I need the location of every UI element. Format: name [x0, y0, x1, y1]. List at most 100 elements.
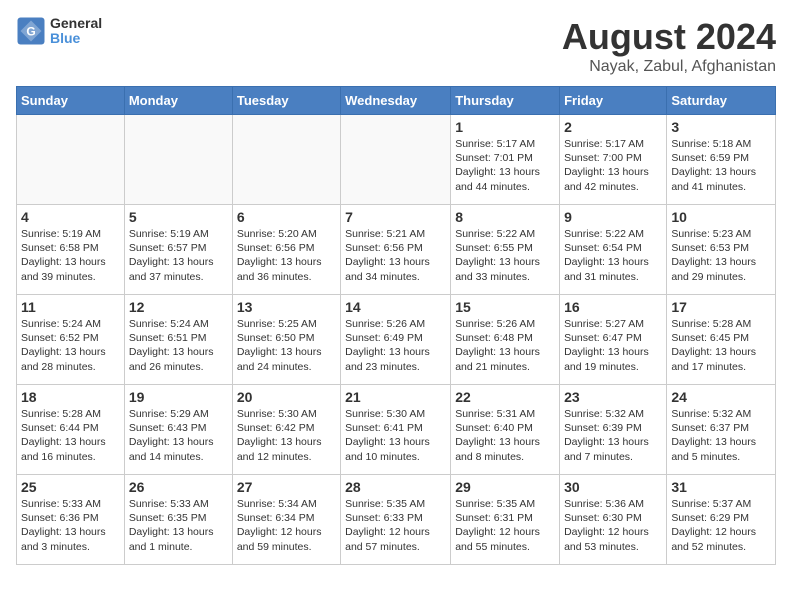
- calendar-week-3: 11 Sunrise: 5:24 AMSunset: 6:52 PMDayligh…: [17, 295, 776, 385]
- calendar-cell: 14 Sunrise: 5:26 AMSunset: 6:49 PMDayligh…: [341, 295, 451, 385]
- date-number: 8: [455, 209, 555, 225]
- cell-text: Sunrise: 5:23 AMSunset: 6:53 PMDaylight:…: [671, 227, 771, 284]
- cell-text: Sunrise: 5:19 AMSunset: 6:57 PMDaylight:…: [129, 227, 228, 284]
- calendar-cell: 4Sunrise: 5:19 AMSunset: 6:58 PMDaylight…: [17, 205, 125, 295]
- cell-text: Sunrise: 5:24 AMSunset: 6:51 PMDaylight:…: [129, 317, 228, 374]
- date-number: 2: [564, 119, 662, 135]
- calendar-cell: 31 Sunrise: 5:37 AMSunset: 6:29 PMDayligh…: [667, 475, 776, 565]
- logo-icon: G: [16, 16, 46, 46]
- weekday-header-saturday: Saturday: [667, 87, 776, 115]
- calendar-cell: 24 Sunrise: 5:32 AMSunset: 6:37 PMDayligh…: [667, 385, 776, 475]
- date-number: 22: [455, 389, 555, 405]
- date-number: 5: [129, 209, 228, 225]
- cell-text: Sunrise: 5:32 AMSunset: 6:37 PMDaylight:…: [671, 407, 771, 464]
- calendar-cell: 8 Sunrise: 5:22 AMSunset: 6:55 PMDaylight…: [451, 205, 560, 295]
- calendar-cell: 7Sunrise: 5:21 AMSunset: 6:56 PMDaylight…: [341, 205, 451, 295]
- calendar-week-1: 1 Sunrise: 5:17 AMSunset: 7:01 PMDaylight…: [17, 115, 776, 205]
- cell-text: Sunrise: 5:37 AMSunset: 6:29 PMDaylight:…: [671, 497, 771, 554]
- calendar-week-5: 25Sunrise: 5:33 AMSunset: 6:36 PMDayligh…: [17, 475, 776, 565]
- cell-text: Sunrise: 5:33 AMSunset: 6:35 PMDaylight:…: [129, 497, 228, 554]
- date-number: 24: [671, 389, 771, 405]
- weekday-header-sunday: Sunday: [17, 87, 125, 115]
- cell-text: Sunrise: 5:34 AMSunset: 6:34 PMDaylight:…: [237, 497, 336, 554]
- date-number: 9: [564, 209, 662, 225]
- cell-text: Sunrise: 5:25 AMSunset: 6:50 PMDaylight:…: [237, 317, 336, 374]
- calendar-table: SundayMondayTuesdayWednesdayThursdayFrid…: [16, 86, 776, 565]
- calendar-cell: [17, 115, 125, 205]
- cell-text: Sunrise: 5:22 AMSunset: 6:54 PMDaylight:…: [564, 227, 662, 284]
- date-number: 7: [345, 209, 446, 225]
- date-number: 23: [564, 389, 662, 405]
- calendar-cell: 1 Sunrise: 5:17 AMSunset: 7:01 PMDaylight…: [451, 115, 560, 205]
- date-number: 27: [237, 479, 336, 495]
- date-number: 29: [455, 479, 555, 495]
- date-number: 12: [129, 299, 228, 315]
- weekday-header-friday: Friday: [560, 87, 667, 115]
- calendar-cell: 17Sunrise: 5:28 AMSunset: 6:45 PMDayligh…: [667, 295, 776, 385]
- date-number: 31: [671, 479, 771, 495]
- weekday-header-thursday: Thursday: [451, 87, 560, 115]
- date-number: 16: [564, 299, 662, 315]
- calendar-cell: 27 Sunrise: 5:34 AMSunset: 6:34 PMDayligh…: [232, 475, 340, 565]
- calendar-cell: 18Sunrise: 5:28 AMSunset: 6:44 PMDayligh…: [17, 385, 125, 475]
- date-number: 4: [21, 209, 120, 225]
- date-number: 11: [21, 299, 120, 315]
- calendar-cell: 10 Sunrise: 5:23 AMSunset: 6:53 PMDayligh…: [667, 205, 776, 295]
- date-number: 19: [129, 389, 228, 405]
- cell-text: Sunrise: 5:24 AMSunset: 6:52 PMDaylight:…: [21, 317, 120, 374]
- page-header: G General Blue August 2024 Nayak, Zabul,…: [16, 16, 776, 76]
- date-number: 26: [129, 479, 228, 495]
- cell-text: Sunrise: 5:22 AMSunset: 6:55 PMDaylight:…: [455, 227, 555, 284]
- calendar-week-2: 4Sunrise: 5:19 AMSunset: 6:58 PMDaylight…: [17, 205, 776, 295]
- weekday-header-monday: Monday: [124, 87, 232, 115]
- title-block: August 2024 Nayak, Zabul, Afghanistan: [562, 16, 776, 76]
- calendar-week-4: 18Sunrise: 5:28 AMSunset: 6:44 PMDayligh…: [17, 385, 776, 475]
- cell-text: Sunrise: 5:30 AMSunset: 6:41 PMDaylight:…: [345, 407, 446, 464]
- date-number: 15: [455, 299, 555, 315]
- date-number: 1: [455, 119, 555, 135]
- cell-text: Sunrise: 5:29 AMSunset: 6:43 PMDaylight:…: [129, 407, 228, 464]
- date-number: 13: [237, 299, 336, 315]
- calendar-cell: [341, 115, 451, 205]
- calendar-header-row: SundayMondayTuesdayWednesdayThursdayFrid…: [17, 87, 776, 115]
- date-number: 10: [671, 209, 771, 225]
- weekday-header-tuesday: Tuesday: [232, 87, 340, 115]
- weekday-header-wednesday: Wednesday: [341, 87, 451, 115]
- cell-text: Sunrise: 5:27 AMSunset: 6:47 PMDaylight:…: [564, 317, 662, 374]
- cell-text: Sunrise: 5:17 AMSunset: 7:00 PMDaylight:…: [564, 137, 662, 194]
- cell-text: Sunrise: 5:28 AMSunset: 6:45 PMDaylight:…: [671, 317, 771, 374]
- calendar-cell: 23 Sunrise: 5:32 AMSunset: 6:39 PMDayligh…: [560, 385, 667, 475]
- calendar-cell: 29 Sunrise: 5:35 AMSunset: 6:31 PMDayligh…: [451, 475, 560, 565]
- calendar-cell: 30Sunrise: 5:36 AMSunset: 6:30 PMDayligh…: [560, 475, 667, 565]
- calendar-cell: 16 Sunrise: 5:27 AMSunset: 6:47 PMDayligh…: [560, 295, 667, 385]
- logo-general: General: [50, 15, 102, 31]
- calendar-cell: 11 Sunrise: 5:24 AMSunset: 6:52 PMDayligh…: [17, 295, 125, 385]
- cell-text: Sunrise: 5:17 AMSunset: 7:01 PMDaylight:…: [455, 137, 555, 194]
- calendar-cell: 6Sunrise: 5:20 AMSunset: 6:56 PMDaylight…: [232, 205, 340, 295]
- cell-text: Sunrise: 5:35 AMSunset: 6:31 PMDaylight:…: [455, 497, 555, 554]
- calendar-cell: [232, 115, 340, 205]
- subtitle: Nayak, Zabul, Afghanistan: [562, 58, 776, 76]
- logo: G General Blue: [16, 16, 102, 47]
- main-title: August 2024: [562, 16, 776, 58]
- svg-text:G: G: [26, 25, 35, 39]
- cell-text: Sunrise: 5:32 AMSunset: 6:39 PMDaylight:…: [564, 407, 662, 464]
- calendar-cell: 3Sunrise: 5:18 AMSunset: 6:59 PMDaylight…: [667, 115, 776, 205]
- cell-text: Sunrise: 5:33 AMSunset: 6:36 PMDaylight:…: [21, 497, 120, 554]
- calendar-cell: 20 Sunrise: 5:30 AMSunset: 6:42 PMDayligh…: [232, 385, 340, 475]
- cell-text: Sunrise: 5:30 AMSunset: 6:42 PMDaylight:…: [237, 407, 336, 464]
- cell-text: Sunrise: 5:36 AMSunset: 6:30 PMDaylight:…: [564, 497, 662, 554]
- date-number: 18: [21, 389, 120, 405]
- cell-text: Sunrise: 5:35 AMSunset: 6:33 PMDaylight:…: [345, 497, 446, 554]
- calendar-cell: 21Sunrise: 5:30 AMSunset: 6:41 PMDayligh…: [341, 385, 451, 475]
- date-number: 14: [345, 299, 446, 315]
- calendar-cell: 22Sunrise: 5:31 AMSunset: 6:40 PMDayligh…: [451, 385, 560, 475]
- date-number: 28: [345, 479, 446, 495]
- cell-text: Sunrise: 5:20 AMSunset: 6:56 PMDaylight:…: [237, 227, 336, 284]
- cell-text: Sunrise: 5:26 AMSunset: 6:49 PMDaylight:…: [345, 317, 446, 374]
- date-number: 20: [237, 389, 336, 405]
- calendar-cell: 9 Sunrise: 5:22 AMSunset: 6:54 PMDaylight…: [560, 205, 667, 295]
- cell-text: Sunrise: 5:26 AMSunset: 6:48 PMDaylight:…: [455, 317, 555, 374]
- calendar-cell: 25Sunrise: 5:33 AMSunset: 6:36 PMDayligh…: [17, 475, 125, 565]
- calendar-cell: 13 Sunrise: 5:25 AMSunset: 6:50 PMDayligh…: [232, 295, 340, 385]
